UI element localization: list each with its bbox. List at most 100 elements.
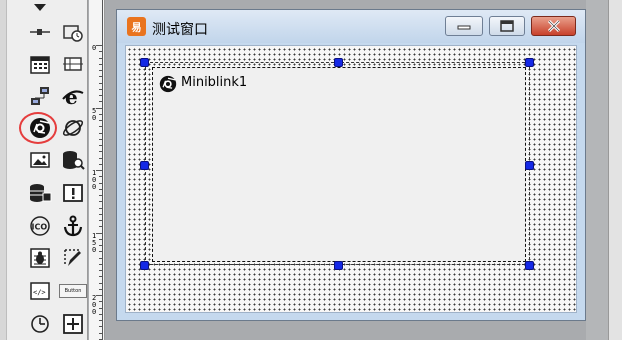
pen-icon[interactable]: [58, 244, 88, 272]
ruler-label: 50: [92, 107, 97, 122]
ruler-tick: [99, 114, 103, 115]
ruler-tick: [99, 101, 103, 102]
alert-icon[interactable]: [58, 179, 88, 207]
ruler-tick: [99, 283, 103, 284]
ruler-label: 150: [92, 232, 97, 254]
resize-handle-top-right[interactable]: [525, 58, 534, 67]
button-icon[interactable]: Button: [58, 277, 88, 305]
ruler-tick: [99, 239, 103, 240]
close-icon: [547, 19, 560, 33]
ruler-tick: [99, 89, 103, 90]
ico-icon[interactable]: ICO: [25, 212, 55, 240]
ruler-tick: [99, 95, 103, 96]
ruler-tick: [99, 208, 103, 209]
ruler-tick: [96, 108, 103, 109]
window-title: 测试窗口: [152, 22, 208, 38]
ruler-tick: [99, 145, 103, 146]
window-titlebar[interactable]: 易 测试窗口: [117, 10, 585, 43]
ruler-tick: [99, 308, 103, 309]
resize-handle-top-left[interactable]: [140, 58, 149, 67]
timer-icon[interactable]: [58, 18, 88, 46]
resize-handle-right[interactable]: [525, 161, 534, 170]
ruler-tick: [99, 120, 103, 121]
ruler-tick: [99, 320, 103, 321]
button-icon-label: Button: [59, 284, 87, 298]
ruler-label: 0: [92, 44, 97, 52]
ruler-tick: [99, 133, 103, 134]
ruler-tick: [99, 333, 103, 334]
svg-text:e: e: [65, 86, 78, 108]
ruler-tick: [99, 258, 103, 259]
ruler-tick: [99, 326, 103, 327]
vertical-ruler: 0 50 100 150 200: [89, 0, 105, 340]
ruler-tick: [99, 220, 103, 221]
ruler-tick: [96, 233, 103, 234]
ruler-tick: [99, 51, 103, 52]
planet-icon[interactable]: [58, 114, 88, 142]
ruler-tick: [96, 170, 103, 171]
app-icon: 易: [127, 17, 146, 36]
resize-handle-top[interactable]: [334, 58, 343, 67]
ruler-tick: [99, 264, 103, 265]
plus-box-icon[interactable]: [58, 310, 88, 338]
ruler-tick: [99, 195, 103, 196]
workspace-edge: [586, 0, 622, 340]
bug-icon[interactable]: [25, 244, 55, 272]
miniblink-icon: [159, 75, 177, 93]
svg-text:ICO: ICO: [32, 223, 48, 232]
ruler-label: 200: [92, 294, 97, 316]
toolbox-panel: e ICO </> Button: [0, 0, 88, 340]
ie-browser-icon[interactable]: e: [58, 83, 88, 111]
database-edit-icon[interactable]: [25, 179, 55, 207]
ruler-tick: [99, 289, 103, 290]
ruler-tick: [99, 126, 103, 127]
anchor-icon[interactable]: [58, 212, 88, 240]
control-label: Miniblink1: [181, 75, 248, 90]
image-icon[interactable]: [25, 146, 55, 174]
ruler-tick: [96, 295, 103, 296]
ruler-tick: [99, 158, 103, 159]
ruler-tick: [99, 183, 103, 184]
miniblink-control[interactable]: Miniblink1: [152, 67, 526, 262]
ruler-tick: [99, 301, 103, 302]
line-icon[interactable]: [25, 18, 55, 46]
ruler-tick: [99, 245, 103, 246]
ruler-tick: [99, 151, 103, 152]
ruler-tick: [99, 70, 103, 71]
vertical-scrollbar[interactable]: [608, 0, 622, 340]
ruler-tick: [99, 251, 103, 252]
tab-control-icon[interactable]: [58, 50, 88, 78]
selection-highlight-ring: [19, 112, 57, 144]
ruler-tick: [99, 58, 103, 59]
resize-handle-left[interactable]: [140, 161, 149, 170]
ruler-tick: [99, 214, 103, 215]
toolbox-grip: [0, 0, 7, 340]
ruler-tick: [99, 226, 103, 227]
ruler-tick: [99, 176, 103, 177]
network-icon[interactable]: [25, 83, 55, 111]
ruler-tick: [99, 270, 103, 271]
minimize-button[interactable]: [445, 16, 483, 36]
html-code-icon[interactable]: </>: [25, 277, 55, 305]
ruler-label: 100: [92, 169, 97, 191]
ruler-tick: [99, 139, 103, 140]
resize-handle-bottom-right[interactable]: [525, 261, 534, 270]
svg-text:</>: </>: [33, 289, 46, 297]
ruler-tick: [99, 189, 103, 190]
ruler-tick: [99, 314, 103, 315]
maximize-icon: [500, 20, 514, 32]
close-button[interactable]: [531, 16, 576, 36]
ruler-tick: [99, 83, 103, 84]
ruler-tick: [99, 64, 103, 65]
minimize-icon: [457, 25, 471, 30]
database-search-icon[interactable]: [58, 146, 88, 174]
ruler-tick: [99, 76, 103, 77]
ruler-tick: [99, 276, 103, 277]
ruler-tick: [96, 45, 103, 46]
ruler-tick: [99, 164, 103, 165]
resize-handle-bottom[interactable]: [334, 261, 343, 270]
calendar-icon[interactable]: [25, 50, 55, 78]
maximize-button[interactable]: [489, 16, 525, 36]
resize-handle-bottom-left[interactable]: [140, 261, 149, 270]
clock-icon[interactable]: [25, 310, 55, 338]
